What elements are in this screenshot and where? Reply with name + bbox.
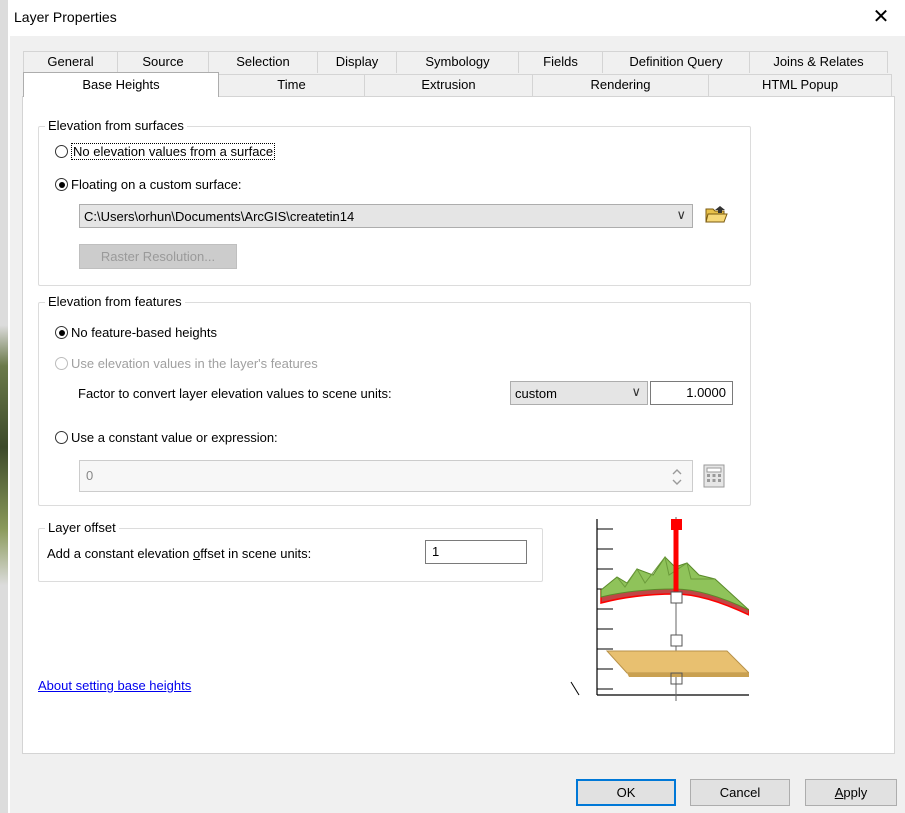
- chevron-down-icon[interactable]: ∨: [631, 384, 641, 400]
- radio-button[interactable]: [55, 326, 68, 339]
- cancel-button[interactable]: Cancel: [690, 779, 790, 806]
- tab-fields[interactable]: Fields: [518, 51, 603, 73]
- apply-button[interactable]: Apply: [805, 779, 897, 806]
- tab-symbology[interactable]: Symbology: [396, 51, 519, 73]
- radio-label: Floating on a custom surface:: [71, 177, 242, 192]
- tab-html-popup[interactable]: HTML Popup: [708, 74, 892, 96]
- constant-expression-input[interactable]: 0: [79, 460, 693, 492]
- offset-value-input[interactable]: 1: [425, 540, 527, 564]
- factor-unit-combobox[interactable]: custom ∨: [510, 381, 648, 405]
- radio-label: Use elevation values in the layer's feat…: [71, 356, 318, 371]
- tab-row-2: Base Heights Time Extrusion Rendering HT…: [23, 72, 892, 97]
- chevron-down-icon[interactable]: ∨: [676, 207, 686, 223]
- tab-general[interactable]: General: [23, 51, 118, 73]
- offset-label: Add a constant elevation offset in scene…: [47, 546, 312, 561]
- radio-no-feature-heights[interactable]: No feature-based heights: [55, 325, 217, 340]
- tab-definition-query[interactable]: Definition Query: [602, 51, 750, 73]
- radio-button[interactable]: [55, 431, 68, 444]
- radio-button[interactable]: [55, 357, 68, 370]
- surfaces-group-title: Elevation from surfaces: [45, 118, 187, 133]
- raster-resolution-button[interactable]: Raster Resolution...: [79, 244, 237, 269]
- base-heights-illustration: [565, 517, 749, 701]
- about-base-heights-link[interactable]: About setting base heights: [38, 678, 191, 693]
- radio-label: Use a constant value or expression:: [71, 430, 278, 445]
- radio-label: No feature-based heights: [71, 325, 217, 340]
- features-group-title: Elevation from features: [45, 294, 185, 309]
- factor-value-input[interactable]: 1.0000: [650, 381, 733, 405]
- radio-custom-surface[interactable]: Floating on a custom surface:: [55, 177, 242, 192]
- tab-time[interactable]: Time: [218, 74, 365, 96]
- ok-button[interactable]: OK: [576, 779, 676, 806]
- base-heights-panel: Elevation from surfaces No elevation val…: [22, 96, 895, 754]
- window-title: Layer Properties: [14, 9, 117, 25]
- constant-value: 0: [86, 468, 94, 483]
- title-bar: Layer Properties ✕: [10, 0, 905, 36]
- spinner-icon[interactable]: [670, 466, 684, 488]
- radio-button[interactable]: [55, 145, 68, 158]
- radio-no-surface[interactable]: No elevation values from a surface: [55, 143, 276, 160]
- tab-source[interactable]: Source: [117, 51, 209, 73]
- tab-display[interactable]: Display: [317, 51, 397, 73]
- tab-extrusion[interactable]: Extrusion: [364, 74, 533, 96]
- surface-path-combobox[interactable]: C:\Users\orhun\Documents\ArcGIS\createti…: [79, 204, 693, 228]
- surface-path-value: C:\Users\orhun\Documents\ArcGIS\createti…: [84, 208, 355, 224]
- tab-selection[interactable]: Selection: [208, 51, 318, 73]
- factor-unit-value: custom: [515, 385, 557, 401]
- radio-use-feature-elevation[interactable]: Use elevation values in the layer's feat…: [55, 356, 318, 371]
- calculator-icon[interactable]: [703, 464, 725, 488]
- offset-group-title: Layer offset: [45, 520, 119, 535]
- close-icon[interactable]: ✕: [869, 4, 893, 30]
- tab-row-1: General Source Selection Display Symbolo…: [23, 51, 888, 73]
- radio-constant-value[interactable]: Use a constant value or expression:: [55, 430, 278, 445]
- radio-label: No elevation values from a surface: [71, 143, 276, 160]
- open-folder-icon[interactable]: [704, 204, 728, 226]
- radio-button[interactable]: [55, 178, 68, 191]
- factor-label: Factor to convert layer elevation values…: [78, 386, 392, 401]
- tab-rendering[interactable]: Rendering: [532, 74, 709, 96]
- background-window-edge: [0, 0, 8, 813]
- tab-joins-relates[interactable]: Joins & Relates: [749, 51, 888, 73]
- window-border: [8, 0, 10, 813]
- tab-base-heights[interactable]: Base Heights: [23, 72, 219, 97]
